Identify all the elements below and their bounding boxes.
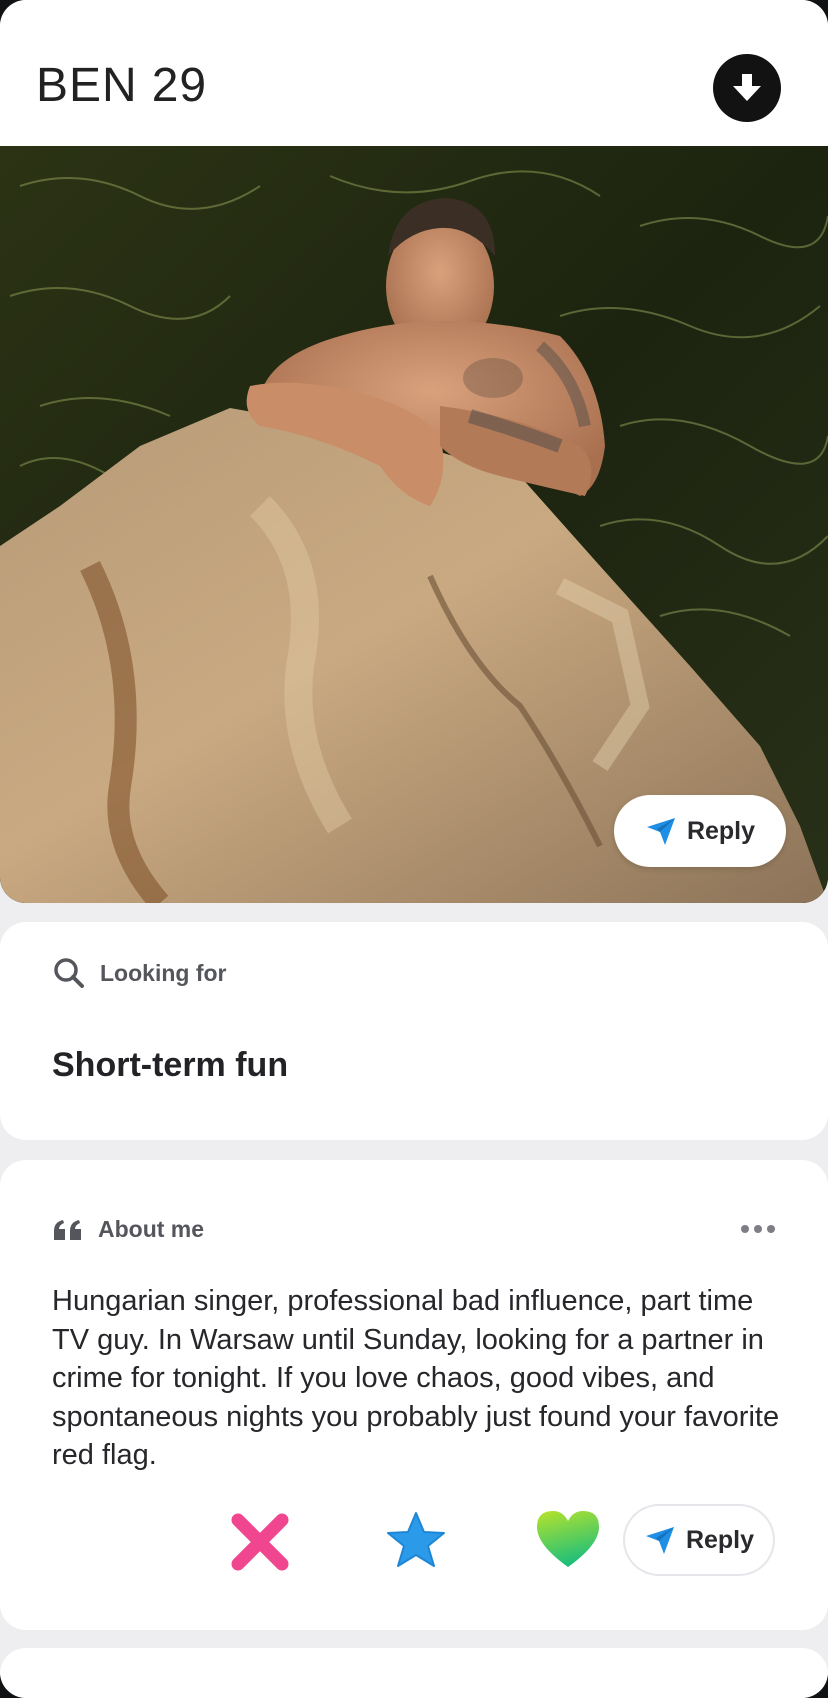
more-dots-icon[interactable] <box>741 1222 781 1236</box>
x-icon <box>231 1513 289 1571</box>
reply-label: Reply <box>685 1525 755 1554</box>
action-bar: Reply <box>0 1500 828 1590</box>
search-icon <box>54 958 84 988</box>
about-me-text: Hungarian singer, professional bad influ… <box>52 1285 780 1471</box>
star-icon <box>387 1512 445 1567</box>
quote-icon <box>54 1219 81 1240</box>
paper-plane-icon <box>646 818 675 845</box>
reply-button[interactable]: Reply <box>623 1504 775 1576</box>
about-me-header: About me <box>52 1216 204 1243</box>
profile-header: BEN 29 <box>0 0 828 146</box>
superlike-button[interactable] <box>386 1510 446 1575</box>
looking-for-value: Short-term fun <box>52 1046 289 1084</box>
next-card <box>0 1648 828 1698</box>
photo-reply-label: Reply <box>686 816 756 845</box>
download-button[interactable] <box>713 54 781 122</box>
like-button[interactable] <box>533 1507 603 1576</box>
profile-photo[interactable]: Reply <box>0 146 828 903</box>
profile-screen: BEN 29 Reply Looking for Short-term fun … <box>0 0 828 1698</box>
profile-name: BEN <box>36 59 138 112</box>
arrow-down-circle-icon <box>733 74 761 101</box>
photo-reply-button[interactable]: Reply <box>614 795 786 867</box>
about-me-label: About me <box>98 1216 205 1242</box>
heart-icon <box>537 1511 599 1567</box>
looking-for-card <box>0 922 828 1140</box>
profile-age: 29 <box>151 59 208 112</box>
looking-for-label: Looking for <box>100 959 227 986</box>
photo-image <box>0 146 828 903</box>
looking-for-header: Looking for <box>52 956 226 990</box>
paper-plane-icon <box>645 1527 674 1554</box>
profile-title: BEN 29 <box>36 58 207 113</box>
nope-button[interactable] <box>228 1510 292 1579</box>
